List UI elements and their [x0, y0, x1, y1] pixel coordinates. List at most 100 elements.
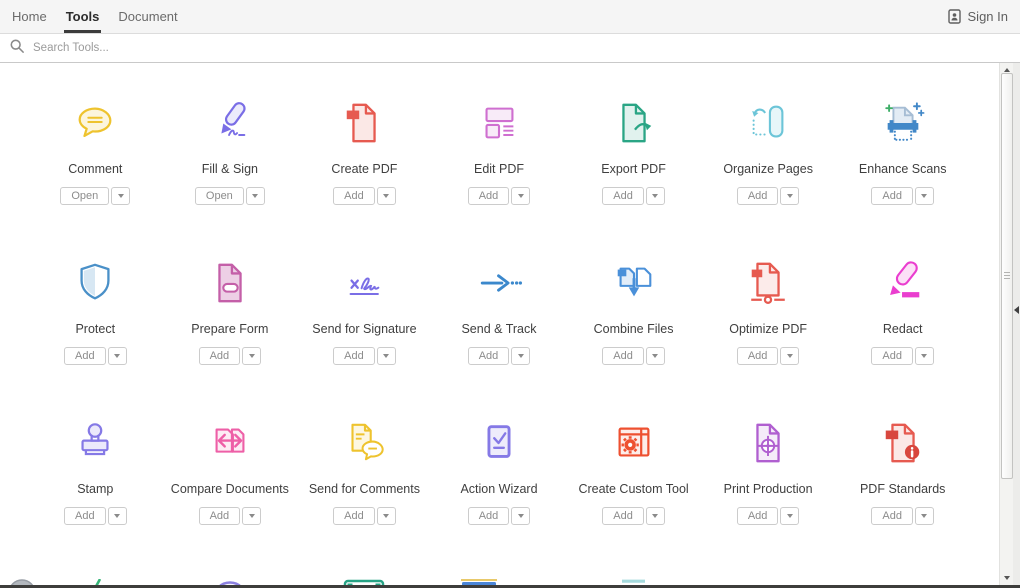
open-button-comment[interactable]: Open [60, 187, 109, 205]
search-input[interactable] [31, 41, 355, 55]
dropdown-button-create-custom-tool[interactable] [646, 507, 665, 525]
action-wizard-icon[interactable] [476, 420, 522, 466]
pdf-standards-icon[interactable] [880, 420, 926, 466]
acrobat-tools-window: Home Tools Document Sign In Comment Open… [0, 0, 1020, 588]
add-button-combine-files[interactable]: Add [602, 347, 644, 365]
add-button-send-track[interactable]: Add [468, 347, 510, 365]
dropdown-arrow-icon [249, 354, 255, 358]
send-signature-icon[interactable] [341, 260, 387, 306]
tool-card-send-for-signature: Send for Signature Add [297, 223, 432, 383]
add-button-organize-pages[interactable]: Add [737, 187, 779, 205]
collapse-panel-arrow-icon[interactable] [1014, 306, 1019, 314]
dropdown-button-send-for-signature[interactable] [377, 347, 396, 365]
tool-label: Stamp [28, 482, 163, 496]
dropdown-button-fill-sign[interactable] [246, 187, 265, 205]
dropdown-arrow-icon [383, 194, 389, 198]
dropdown-button-send-for-comments[interactable] [377, 507, 396, 525]
dropdown-arrow-icon [383, 514, 389, 518]
optimize-pdf-icon[interactable] [745, 260, 791, 306]
tool-label: Print Production [701, 482, 836, 496]
add-button-create-pdf[interactable]: Add [333, 187, 375, 205]
fill-sign-icon[interactable] [207, 100, 253, 146]
vertical-scrollbar[interactable] [999, 63, 1013, 588]
tool-card-fill-sign: Fill & Sign Open [163, 63, 298, 223]
open-button-fill-sign[interactable]: Open [195, 187, 244, 205]
tab-tools[interactable]: Tools [66, 0, 100, 33]
dropdown-arrow-icon [518, 354, 524, 358]
add-button-optimize-pdf[interactable]: Add [737, 347, 779, 365]
edit-pdf-icon[interactable] [476, 100, 522, 146]
add-button-prepare-form[interactable]: Add [199, 347, 241, 365]
sign-in-button[interactable]: Sign In [948, 0, 1008, 33]
tool-label: Comment [28, 162, 163, 176]
dropdown-button-compare-documents[interactable] [242, 507, 261, 525]
scrollbar-down-arrow[interactable] [1000, 572, 1014, 584]
add-button-redact[interactable]: Add [871, 347, 913, 365]
dropdown-arrow-icon [518, 514, 524, 518]
redact-icon[interactable] [880, 260, 926, 306]
tool-card-edit-pdf: Edit PDF Add [432, 63, 567, 223]
add-button-send-for-comments[interactable]: Add [333, 507, 375, 525]
dropdown-button-redact[interactable] [915, 347, 934, 365]
add-button-stamp[interactable]: Add [64, 507, 106, 525]
dropdown-button-enhance-scans[interactable] [915, 187, 934, 205]
dropdown-button-create-pdf[interactable] [377, 187, 396, 205]
tool-label: Compare Documents [163, 482, 298, 496]
organize-pages-icon[interactable] [745, 100, 791, 146]
tab-label: Document [118, 9, 177, 24]
sign-in-label: Sign In [968, 9, 1008, 24]
comment-icon[interactable] [72, 100, 118, 146]
dropdown-button-pdf-standards[interactable] [915, 507, 934, 525]
compare-documents-icon[interactable] [207, 420, 253, 466]
export-pdf-icon[interactable] [611, 100, 657, 146]
tool-label: Redact [835, 322, 970, 336]
scrollbar-thumb[interactable] [1001, 73, 1013, 479]
tab-home[interactable]: Home [12, 0, 47, 33]
prepare-form-icon[interactable] [207, 260, 253, 306]
dropdown-button-comment[interactable] [111, 187, 130, 205]
create-pdf-icon[interactable] [341, 100, 387, 146]
protect-icon[interactable] [72, 260, 118, 306]
custom-tool-icon[interactable] [611, 420, 657, 466]
add-button-enhance-scans[interactable]: Add [871, 187, 913, 205]
add-button-print-production[interactable]: Add [737, 507, 779, 525]
add-button-edit-pdf[interactable]: Add [468, 187, 510, 205]
add-button-export-pdf[interactable]: Add [602, 187, 644, 205]
tool-label: Protect [28, 322, 163, 336]
combine-files-icon[interactable] [611, 260, 657, 306]
tab-document[interactable]: Document [118, 0, 177, 33]
add-button-send-for-signature[interactable]: Add [333, 347, 375, 365]
tool-card-organize-pages: Organize Pages Add [701, 63, 836, 223]
send-comments-icon[interactable] [341, 420, 387, 466]
dropdown-button-optimize-pdf[interactable] [780, 347, 799, 365]
dropdown-button-combine-files[interactable] [646, 347, 665, 365]
tool-label: Export PDF [566, 162, 701, 176]
sign-in-badge-icon [948, 9, 961, 24]
add-button-pdf-standards[interactable]: Add [871, 507, 913, 525]
dropdown-button-protect[interactable] [108, 347, 127, 365]
search-bar [0, 34, 1020, 63]
dropdown-button-send-track[interactable] [511, 347, 530, 365]
dropdown-button-prepare-form[interactable] [242, 347, 261, 365]
dropdown-button-stamp[interactable] [108, 507, 127, 525]
dropdown-button-edit-pdf[interactable] [511, 187, 530, 205]
stamp-icon[interactable] [72, 420, 118, 466]
dropdown-arrow-icon [114, 354, 120, 358]
dropdown-button-print-production[interactable] [780, 507, 799, 525]
dropdown-arrow-icon [249, 514, 255, 518]
dropdown-button-action-wizard[interactable] [511, 507, 530, 525]
dropdown-button-organize-pages[interactable] [780, 187, 799, 205]
add-button-protect[interactable]: Add [64, 347, 106, 365]
add-button-compare-documents[interactable]: Add [199, 507, 241, 525]
tools-grid: Comment Open Fill & Sign Open Create PDF… [28, 63, 970, 588]
add-button-action-wizard[interactable]: Add [468, 507, 510, 525]
enhance-scans-icon[interactable] [880, 100, 926, 146]
dropdown-arrow-icon [114, 514, 120, 518]
dropdown-button-export-pdf[interactable] [646, 187, 665, 205]
add-button-create-custom-tool[interactable]: Add [602, 507, 644, 525]
dropdown-arrow-icon [921, 194, 927, 198]
print-production-icon[interactable] [745, 420, 791, 466]
send-track-icon[interactable] [476, 260, 522, 306]
tool-card-send-track: Send & Track Add [432, 223, 567, 383]
tool-card-stamp: Stamp Add [28, 383, 163, 543]
